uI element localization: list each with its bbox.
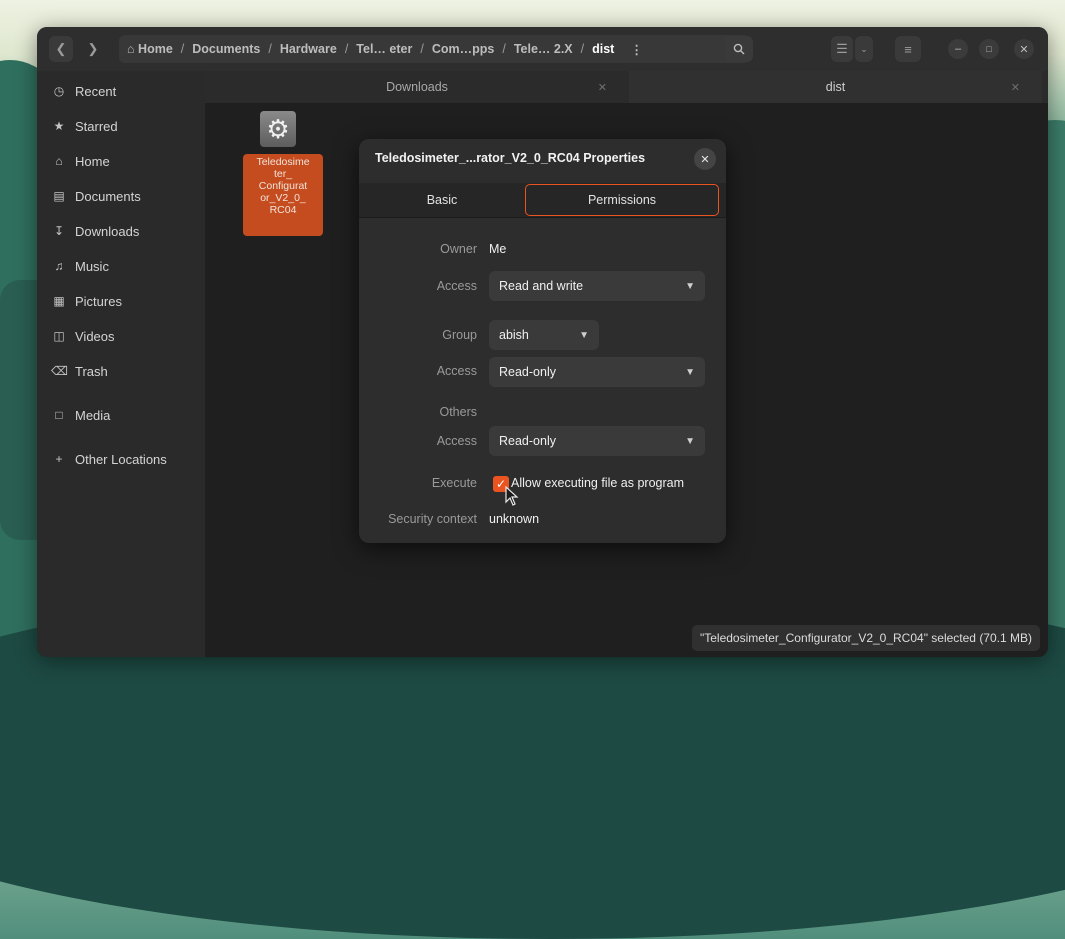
chevron-down-icon: ⌄: [860, 43, 868, 54]
home-icon: ⌂: [55, 154, 63, 168]
home-icon: ⌂: [127, 42, 135, 56]
dialog-close-button[interactable]: ✕: [694, 148, 716, 170]
others-access-label: Access: [436, 434, 477, 448]
close-icon: ✕: [1019, 43, 1029, 56]
sidebar-item-trash[interactable]: ⌫ Trash: [51, 359, 108, 383]
document-icon: ▤: [53, 189, 65, 203]
owner-access-dropdown[interactable]: Read and write ▼: [489, 271, 705, 301]
group-access-dropdown[interactable]: Read-only ▼: [489, 357, 705, 387]
execute-label: Execute: [431, 476, 477, 490]
download-icon: ↧: [53, 224, 65, 238]
close-tab-icon[interactable]: ✕: [1011, 81, 1020, 94]
gear-icon: ⚙: [260, 111, 296, 147]
execute-checkbox-label[interactable]: Allow executing file as program: [511, 476, 684, 490]
header-bar: ❮ ❯ ⌂ Home / Documents / Hardware / Tel……: [37, 27, 1048, 71]
sidebar-item-other-locations[interactable]: + Other Locations: [51, 447, 166, 471]
owner-value: Me: [489, 242, 507, 256]
path-menu-button[interactable]: ⋮: [630, 42, 643, 57]
path-segment-current[interactable]: dist: [588, 42, 618, 56]
chevron-down-icon: ▼: [685, 366, 695, 378]
tab-bar: Downloads ✕ dist ✕: [205, 71, 1048, 105]
close-window-button[interactable]: ✕: [1014, 39, 1034, 59]
sidebar-item-music[interactable]: ♫ Music: [51, 254, 109, 278]
chevron-down-icon: ▼: [579, 329, 589, 341]
sidebar-item-downloads[interactable]: ↧ Downloads: [51, 219, 139, 243]
tab-downloads[interactable]: Downloads ✕: [205, 71, 629, 103]
minimize-icon: –: [954, 43, 962, 55]
file-name-label: Teledosime ter_ Configurat or_V2_0_ RC04: [243, 154, 323, 236]
back-button[interactable]: ❮: [49, 36, 73, 62]
list-view-icon: ☰: [836, 41, 848, 56]
star-icon: ★: [53, 119, 65, 133]
dialog-title: Teledosimeter_...rator_V2_0_RC04 Propert…: [375, 151, 646, 165]
close-tab-icon[interactable]: ✕: [598, 81, 607, 94]
security-context-value: unknown: [489, 512, 540, 526]
sidebar: ◷ Recent ★ Starred ⌂ Home ▤ Documents ↧ Downl…: [37, 71, 205, 657]
maximize-icon: □: [986, 44, 992, 54]
owner-access-label: Access: [436, 279, 477, 293]
path-separator: /: [420, 42, 424, 56]
picture-icon: ▦: [53, 294, 65, 308]
chevron-down-icon: ▼: [685, 280, 695, 292]
sidebar-item-documents[interactable]: ▤ Documents: [51, 184, 140, 208]
properties-dialog: Teledosimeter_...rator_V2_0_RC04 Propert…: [359, 139, 726, 543]
tab-basic[interactable]: Basic: [359, 183, 525, 217]
owner-label: Owner: [440, 242, 477, 256]
path-segment[interactable]: Hardware: [276, 42, 341, 56]
mouse-pointer-icon: [505, 486, 519, 506]
path-separator: /: [580, 42, 585, 56]
folder-icon: □: [55, 408, 63, 422]
search-icon: [733, 43, 745, 55]
sidebar-item-starred[interactable]: ★ Starred: [51, 114, 118, 138]
group-label: Group: [442, 328, 477, 342]
dialog-tab-bar: Basic Permissions: [359, 183, 726, 218]
sidebar-item-home[interactable]: ⌂ Home: [51, 149, 109, 173]
status-bar: "Teledosimeter_Configurator_V2_0_RC04" s…: [691, 625, 1040, 651]
sidebar-item-media[interactable]: □ Media: [51, 403, 110, 427]
sidebar-item-videos[interactable]: ◫ Videos: [51, 324, 114, 348]
others-access-dropdown[interactable]: Read-only ▼: [489, 426, 705, 456]
path-segment-home[interactable]: ⌂ Home: [119, 42, 177, 56]
sidebar-item-recent[interactable]: ◷ Recent: [51, 79, 116, 103]
chevron-down-icon: ▼: [685, 435, 695, 447]
path-segment[interactable]: Tele… 2.X: [510, 42, 577, 56]
main-menu-button[interactable]: ≡: [895, 36, 921, 62]
security-context-label: Security context: [388, 512, 477, 526]
path-separator: /: [502, 42, 506, 56]
path-separator: /: [268, 42, 272, 56]
tab-dist[interactable]: dist ✕: [629, 71, 1042, 105]
sidebar-item-pictures[interactable]: ▦ Pictures: [51, 289, 122, 313]
view-toggle-button[interactable]: ☰: [831, 36, 853, 62]
clock-icon: ◷: [53, 84, 65, 98]
video-icon: ◫: [53, 329, 65, 343]
trash-icon: ⌫: [51, 364, 68, 378]
search-button[interactable]: [725, 36, 753, 62]
tab-permissions[interactable]: Permissions: [525, 184, 719, 216]
group-access-label: Access: [436, 364, 477, 378]
group-dropdown[interactable]: abish ▼: [489, 320, 599, 350]
path-separator: /: [180, 42, 185, 56]
path-segment[interactable]: Com…pps: [428, 42, 499, 56]
hamburger-menu-icon: ≡: [904, 41, 912, 57]
plus-icon: +: [55, 452, 63, 466]
music-icon: ♫: [54, 259, 64, 273]
chevron-right-icon: ❯: [87, 41, 99, 56]
chevron-left-icon: ❮: [55, 41, 67, 56]
forward-button[interactable]: ❯: [81, 36, 105, 62]
path-separator: /: [344, 42, 349, 56]
path-segment[interactable]: Tel… eter: [352, 42, 416, 56]
others-label: Others: [439, 405, 477, 419]
path-segment[interactable]: Documents: [188, 42, 264, 56]
path-bar: ⌂ Home / Documents / Hardware / Tel… ete…: [119, 35, 749, 63]
minimize-button[interactable]: –: [948, 39, 968, 59]
maximize-button[interactable]: □: [979, 39, 999, 59]
close-icon: ✕: [700, 153, 710, 166]
view-options-button[interactable]: ⌄: [855, 36, 873, 62]
